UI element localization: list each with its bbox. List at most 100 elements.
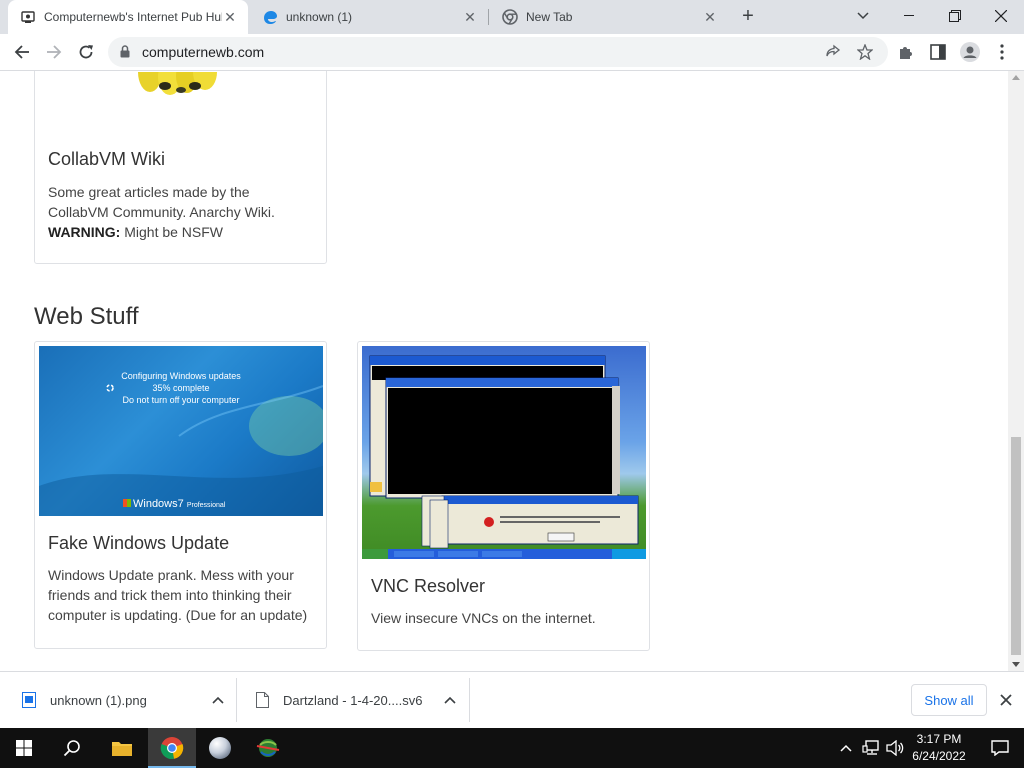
- app-globe-button[interactable]: [244, 728, 292, 768]
- chevron-up-icon[interactable]: [212, 696, 224, 704]
- page-viewport: CollabVM Wiki Some great articles made b…: [0, 71, 1008, 671]
- close-icon[interactable]: ✕: [462, 9, 478, 25]
- volume-button[interactable]: [884, 728, 906, 768]
- lock-icon: [120, 45, 130, 58]
- speaker-icon: [886, 740, 904, 756]
- back-button[interactable]: [8, 38, 36, 66]
- system-clock[interactable]: 3:17 PM 6/24/2022: [906, 731, 972, 765]
- chrome-taskbar-button[interactable]: [148, 728, 196, 768]
- notifications-button[interactable]: [976, 728, 1024, 768]
- card-vnc-resolver[interactable]: VNC Resolver View insecure VNCs on the i…: [357, 341, 650, 651]
- computernewb-favicon-icon: [20, 9, 36, 25]
- download-separator: [469, 678, 470, 722]
- tab-unknown[interactable]: unknown (1) ✕: [250, 0, 488, 34]
- download-filename: unknown (1).png: [50, 692, 147, 708]
- warning-label: WARNING:: [48, 224, 121, 240]
- share-icon[interactable]: [825, 44, 841, 60]
- download-item[interactable]: Dartzland - 1-4-20....sv6: [250, 678, 462, 722]
- close-icon: [1000, 694, 1012, 706]
- tab-computernewb[interactable]: Computernewb's Internet Pub Hub ✕: [8, 0, 248, 34]
- chevron-down-icon: [857, 12, 869, 20]
- card-title: VNC Resolver: [371, 576, 486, 596]
- clock-time: 3:17 PM: [916, 732, 962, 746]
- scrollbar-thumb[interactable]: [1011, 437, 1021, 655]
- file-explorer-button[interactable]: [98, 728, 146, 768]
- windows-taskbar: 3:17 PM 6/24/2022: [0, 728, 1024, 768]
- windows-logo-icon: [16, 740, 32, 756]
- scroll-up-arrow-icon[interactable]: [1012, 75, 1020, 80]
- card-text-line: Some great articles made by the: [48, 184, 250, 200]
- section-heading-web-stuff: Web Stuff: [34, 303, 139, 330]
- flower-image-icon: [138, 72, 217, 95]
- sphere-app-icon: [209, 737, 231, 759]
- chevron-up-icon: [840, 744, 852, 752]
- card-description: View insecure VNCs on the internet.: [371, 610, 596, 626]
- restore-button[interactable]: [932, 0, 978, 32]
- tab-title: unknown (1): [286, 10, 353, 24]
- browser-toolbar: computernewb.com: [0, 34, 1024, 71]
- card-fake-windows-update[interactable]: Configuring Windows updates 35% complete…: [34, 341, 327, 649]
- extensions-button[interactable]: [896, 42, 916, 62]
- download-shelf: unknown (1).png Dartzland - 1-4-20....sv…: [0, 671, 1024, 728]
- show-all-button[interactable]: Show all: [911, 684, 987, 716]
- close-icon: [995, 10, 1007, 22]
- tab-new-tab[interactable]: New Tab ✕: [490, 0, 728, 34]
- reload-button[interactable]: [72, 38, 100, 66]
- file-icon: [256, 692, 269, 708]
- warning-line: WARNING: Might be NSFW: [48, 222, 318, 242]
- page-scrollbar[interactable]: [1008, 71, 1024, 671]
- star-icon[interactable]: [857, 44, 873, 60]
- close-icon[interactable]: ✕: [702, 9, 718, 25]
- window-close-button[interactable]: [978, 0, 1024, 32]
- show-hidden-icons-button[interactable]: [836, 728, 856, 768]
- side-panel-button[interactable]: [928, 42, 948, 62]
- address-bar[interactable]: computernewb.com: [108, 37, 888, 67]
- kebab-menu-icon: [1000, 44, 1004, 60]
- start-button[interactable]: [0, 728, 48, 768]
- menu-button[interactable]: [992, 42, 1012, 62]
- app-sphere-button[interactable]: [196, 728, 244, 768]
- search-icon: [63, 740, 80, 757]
- card-description: Windows Update prank. Mess with your fri…: [48, 567, 308, 623]
- vnc-thumbnail: [362, 346, 646, 559]
- close-icon[interactable]: ✕: [222, 9, 238, 25]
- minimize-icon: [904, 15, 914, 16]
- warning-text: Might be NSFW: [120, 224, 224, 240]
- tab-search-button[interactable]: [840, 0, 886, 32]
- card-collabvm-wiki[interactable]: CollabVM Wiki Some great articles made b…: [34, 71, 327, 264]
- close-download-shelf-button[interactable]: [996, 690, 1016, 710]
- search-button[interactable]: [48, 728, 96, 768]
- new-tab-button[interactable]: +: [738, 6, 758, 26]
- folder-icon: [112, 742, 132, 756]
- forward-arrow-icon: [47, 45, 62, 59]
- side-panel-icon: [930, 44, 946, 60]
- forward-button[interactable]: [40, 38, 68, 66]
- minimize-button[interactable]: [886, 0, 932, 32]
- brand-version: 7: [177, 498, 184, 510]
- avatar-icon: [960, 42, 980, 62]
- network-icon: [862, 740, 879, 755]
- download-filename: Dartzland - 1-4-20....sv6: [283, 692, 423, 708]
- network-button[interactable]: [860, 728, 882, 768]
- chrome-icon: [160, 737, 184, 760]
- scroll-down-arrow-icon[interactable]: [1012, 662, 1020, 667]
- image-file-icon: [22, 692, 36, 708]
- windows-flag-icon: [123, 499, 131, 507]
- chrome-favicon-icon: [502, 9, 518, 25]
- url-text: computernewb.com: [142, 44, 265, 60]
- windows-update-thumbnail: Configuring Windows updates 35% complete…: [39, 346, 323, 516]
- globe-app-icon: [256, 739, 280, 757]
- brand-edition: Professional: [186, 502, 226, 509]
- update-status-line: 35% complete: [152, 383, 210, 393]
- restore-icon: [949, 10, 961, 22]
- card-title: Fake Windows Update: [48, 533, 230, 553]
- notification-icon: [991, 740, 1009, 756]
- tab-separator: [488, 9, 489, 25]
- tab-strip: Computernewb's Internet Pub Hub ✕ unknow…: [0, 0, 1024, 34]
- reload-icon: [79, 45, 93, 59]
- profile-button[interactable]: [960, 42, 980, 62]
- chevron-up-icon[interactable]: [444, 696, 456, 704]
- update-status-line: Configuring Windows updates: [121, 371, 241, 381]
- wiki-thumbnail: [95, 72, 275, 152]
- download-item[interactable]: unknown (1).png: [16, 678, 230, 722]
